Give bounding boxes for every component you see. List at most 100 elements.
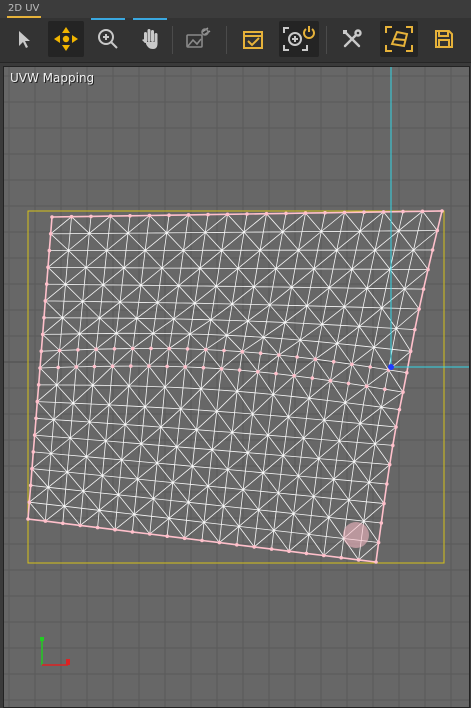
uv-vertex[interactable] [258,351,263,356]
uv-vertex[interactable] [167,346,171,351]
uv-vertex[interactable] [186,213,191,217]
uv-vertex[interactable] [47,248,52,253]
uv-vertex[interactable] [264,211,269,216]
uv-vertex[interactable] [204,347,208,352]
uv-vertex[interactable] [274,371,278,376]
uv-vertex[interactable] [94,347,98,352]
uv-vertex[interactable] [385,482,389,486]
uv-vertex[interactable] [368,365,373,369]
uv-vertex[interactable] [387,462,392,467]
uv-vertex[interactable] [322,553,326,558]
uv-vertex[interactable] [292,374,296,378]
zoom-tool-button[interactable] [90,18,126,57]
uv-vertex[interactable] [287,549,291,553]
uv-vertex[interactable] [89,214,93,219]
uv-vertex[interactable] [350,362,354,367]
uv-vertex[interactable] [235,543,239,547]
uv-vertex[interactable] [252,545,256,549]
uv-vertex[interactable] [201,365,206,370]
uv-vertex[interactable] [413,327,417,332]
uv-vertex[interactable] [147,364,151,368]
uv-vertex[interactable] [420,209,425,214]
map-tool-button[interactable] [180,21,216,57]
uv-vertex[interactable] [331,359,336,364]
uv-vertex[interactable] [440,209,444,213]
uv-vertex[interactable] [219,367,224,371]
uv-vertex[interactable] [356,558,361,562]
uv-vertex[interactable] [379,521,384,525]
uv-vertex[interactable] [401,209,405,214]
save-button[interactable] [426,21,462,57]
uv-vertex[interactable] [28,483,33,488]
uv-vertex[interactable] [61,521,65,526]
uv-vertex[interactable] [381,210,386,214]
uv-vertex[interactable] [383,387,387,392]
uv-vertex[interactable] [376,540,381,545]
uv-vertex[interactable] [426,267,430,272]
uv-vertex[interactable] [382,501,386,506]
uv-vertex[interactable] [394,425,398,429]
uv-vertex[interactable] [222,348,226,353]
uv-vertex[interactable] [42,315,46,320]
uv-vertex[interactable] [30,466,34,471]
uv-vertex[interactable] [69,214,74,219]
uv-vertex[interactable] [217,540,222,545]
uv-vertex[interactable] [130,530,135,534]
uv-vertex[interactable] [328,378,333,383]
tools-button[interactable] [334,21,370,57]
uv-vertex[interactable] [225,212,230,217]
uv-vertex[interactable] [44,282,49,286]
uv-vertex[interactable] [76,348,80,352]
uv-vertex[interactable] [237,368,242,372]
uv-vertex[interactable] [183,365,187,369]
uv-vertex[interactable] [149,346,153,351]
uv-vertex[interactable] [78,523,82,528]
uv-vertex[interactable] [48,232,53,236]
uv-vertex[interactable] [269,547,274,551]
uv-vertex[interactable] [50,215,54,219]
uv-vertex[interactable] [364,384,369,389]
uv-vertex[interactable] [167,213,171,217]
uv-vertex[interactable] [165,534,169,538]
uv-vertex[interactable] [31,450,36,454]
uv-vertex[interactable] [323,211,327,215]
uv-vertex[interactable] [129,364,133,368]
uv-vertex[interactable] [346,381,351,386]
uv-vertex[interactable] [39,349,44,354]
uv-vertex[interactable] [240,349,245,354]
uv-vertex[interactable] [245,212,249,216]
uv-vertex[interactable] [92,364,97,369]
uv-vertex[interactable] [421,287,426,291]
uv-vertex[interactable] [130,346,135,351]
uv-vertex[interactable] [313,357,318,362]
uv-vertex[interactable] [128,214,132,218]
uv-vertex[interactable] [148,532,152,536]
uv-vertex[interactable] [112,347,117,351]
uv-vertex[interactable] [206,212,210,217]
uv-vertex[interactable] [256,370,260,374]
frame-select-button[interactable] [380,21,418,57]
uv-vertex[interactable] [304,551,309,556]
uv-vertex[interactable] [43,299,48,303]
uv-vertex[interactable] [342,210,347,215]
uv-vertex[interactable] [113,527,117,532]
uv-vertex[interactable] [46,265,50,270]
uv-vertex[interactable] [284,211,288,216]
uv-canvas[interactable] [4,67,469,707]
uv-vertex[interactable] [185,347,190,351]
uv-vertex[interactable] [182,536,187,541]
uv-vertex[interactable] [108,214,113,218]
uv-vertex[interactable] [43,519,48,523]
uv-vertex[interactable] [27,500,32,505]
uv-vertex[interactable] [391,443,395,448]
uv-vertex[interactable] [397,407,402,412]
uv-vertex[interactable] [36,383,41,387]
select-tool-button[interactable] [6,21,42,57]
uv-vertex[interactable] [362,210,366,214]
uv-vertex[interactable] [74,365,79,369]
uv-vertex[interactable] [56,365,60,370]
uv-vertex[interactable] [310,376,315,380]
uv-vertex[interactable] [405,370,409,375]
uv-vertex[interactable] [34,416,38,421]
zoom-extents-button[interactable] [279,21,319,57]
